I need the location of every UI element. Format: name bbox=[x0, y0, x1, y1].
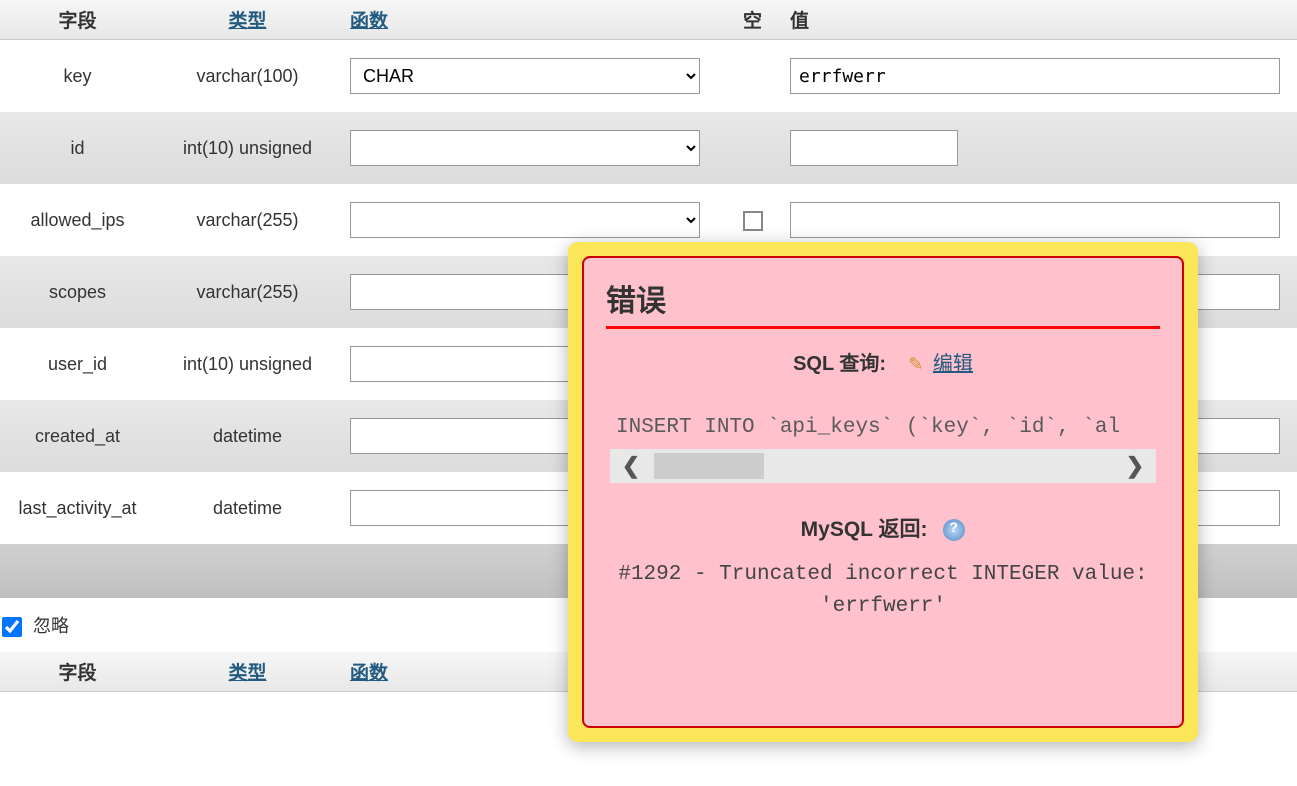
sql-scrollbar[interactable]: ❮ ❯ bbox=[610, 449, 1156, 483]
scroll-left-icon[interactable]: ❮ bbox=[610, 449, 652, 483]
help-icon[interactable] bbox=[943, 519, 965, 541]
pencil-icon: ✎ bbox=[908, 354, 923, 374]
field-name: user_id bbox=[0, 328, 155, 400]
field-type: int(10) unsigned bbox=[155, 328, 340, 400]
error-dialog: 错误 SQL 查询: ✎ 编辑 INSERT INTO `api_keys` (… bbox=[568, 242, 1198, 742]
table-row: keyvarchar(100) CHAR bbox=[0, 40, 1297, 113]
error-dialog-title: 错误 bbox=[606, 276, 1160, 329]
field-type: datetime bbox=[155, 472, 340, 544]
field-name: id bbox=[0, 112, 155, 184]
ignore-text: 忽略 bbox=[33, 616, 69, 636]
field-type: varchar(255) bbox=[155, 184, 340, 256]
header-row: 字段 类型 函数 空 值 bbox=[0, 0, 1297, 40]
field-name: scopes bbox=[0, 256, 155, 328]
field-type: varchar(100) bbox=[155, 40, 340, 113]
value-input[interactable] bbox=[790, 58, 1280, 94]
mysql-return-line: MySQL 返回: bbox=[606, 513, 1160, 543]
sql-query-line: SQL 查询: ✎ 编辑 bbox=[606, 347, 1160, 376]
field-name: created_at bbox=[0, 400, 155, 472]
field-name: allowed_ips bbox=[0, 184, 155, 256]
field-type: datetime bbox=[155, 400, 340, 472]
ignore-checkbox[interactable] bbox=[2, 617, 22, 637]
sql-query-label: SQL 查询: bbox=[793, 353, 886, 375]
field-type: int(10) unsigned bbox=[155, 112, 340, 184]
error-dialog-inner: 错误 SQL 查询: ✎ 编辑 INSERT INTO `api_keys` (… bbox=[582, 256, 1184, 728]
value-input[interactable] bbox=[790, 202, 1280, 238]
scroll-thumb[interactable] bbox=[654, 453, 764, 479]
mysql-return-label: MySQL 返回: bbox=[801, 518, 928, 541]
header-value: 值 bbox=[780, 0, 1297, 40]
header-null: 空 bbox=[725, 0, 780, 40]
function-select[interactable] bbox=[350, 130, 700, 166]
field-name: last_activity_at bbox=[0, 472, 155, 544]
header-field[interactable]: 字段 bbox=[0, 0, 155, 40]
table-row: idint(10) unsigned bbox=[0, 112, 1297, 184]
function-select[interactable] bbox=[350, 202, 700, 238]
header-func[interactable]: 函数 bbox=[340, 0, 725, 40]
value-input[interactable] bbox=[790, 130, 958, 166]
header-field-bottom[interactable]: 字段 bbox=[0, 652, 155, 692]
ignore-label[interactable]: 忽略 bbox=[2, 616, 69, 636]
scroll-right-icon[interactable]: ❯ bbox=[1114, 449, 1156, 483]
header-type-bottom[interactable]: 类型 bbox=[155, 652, 340, 692]
function-select[interactable]: CHAR bbox=[350, 58, 700, 94]
sql-query-text: INSERT INTO `api_keys` (`key`, `id`, `al bbox=[606, 416, 1160, 439]
field-name: key bbox=[0, 40, 155, 113]
header-type[interactable]: 类型 bbox=[155, 0, 340, 40]
null-checkbox[interactable] bbox=[743, 211, 763, 231]
mysql-error-message: #1292 - Truncated incorrect INTEGER valu… bbox=[606, 559, 1160, 622]
edit-query-link[interactable]: 编辑 bbox=[933, 353, 973, 375]
field-type: varchar(255) bbox=[155, 256, 340, 328]
